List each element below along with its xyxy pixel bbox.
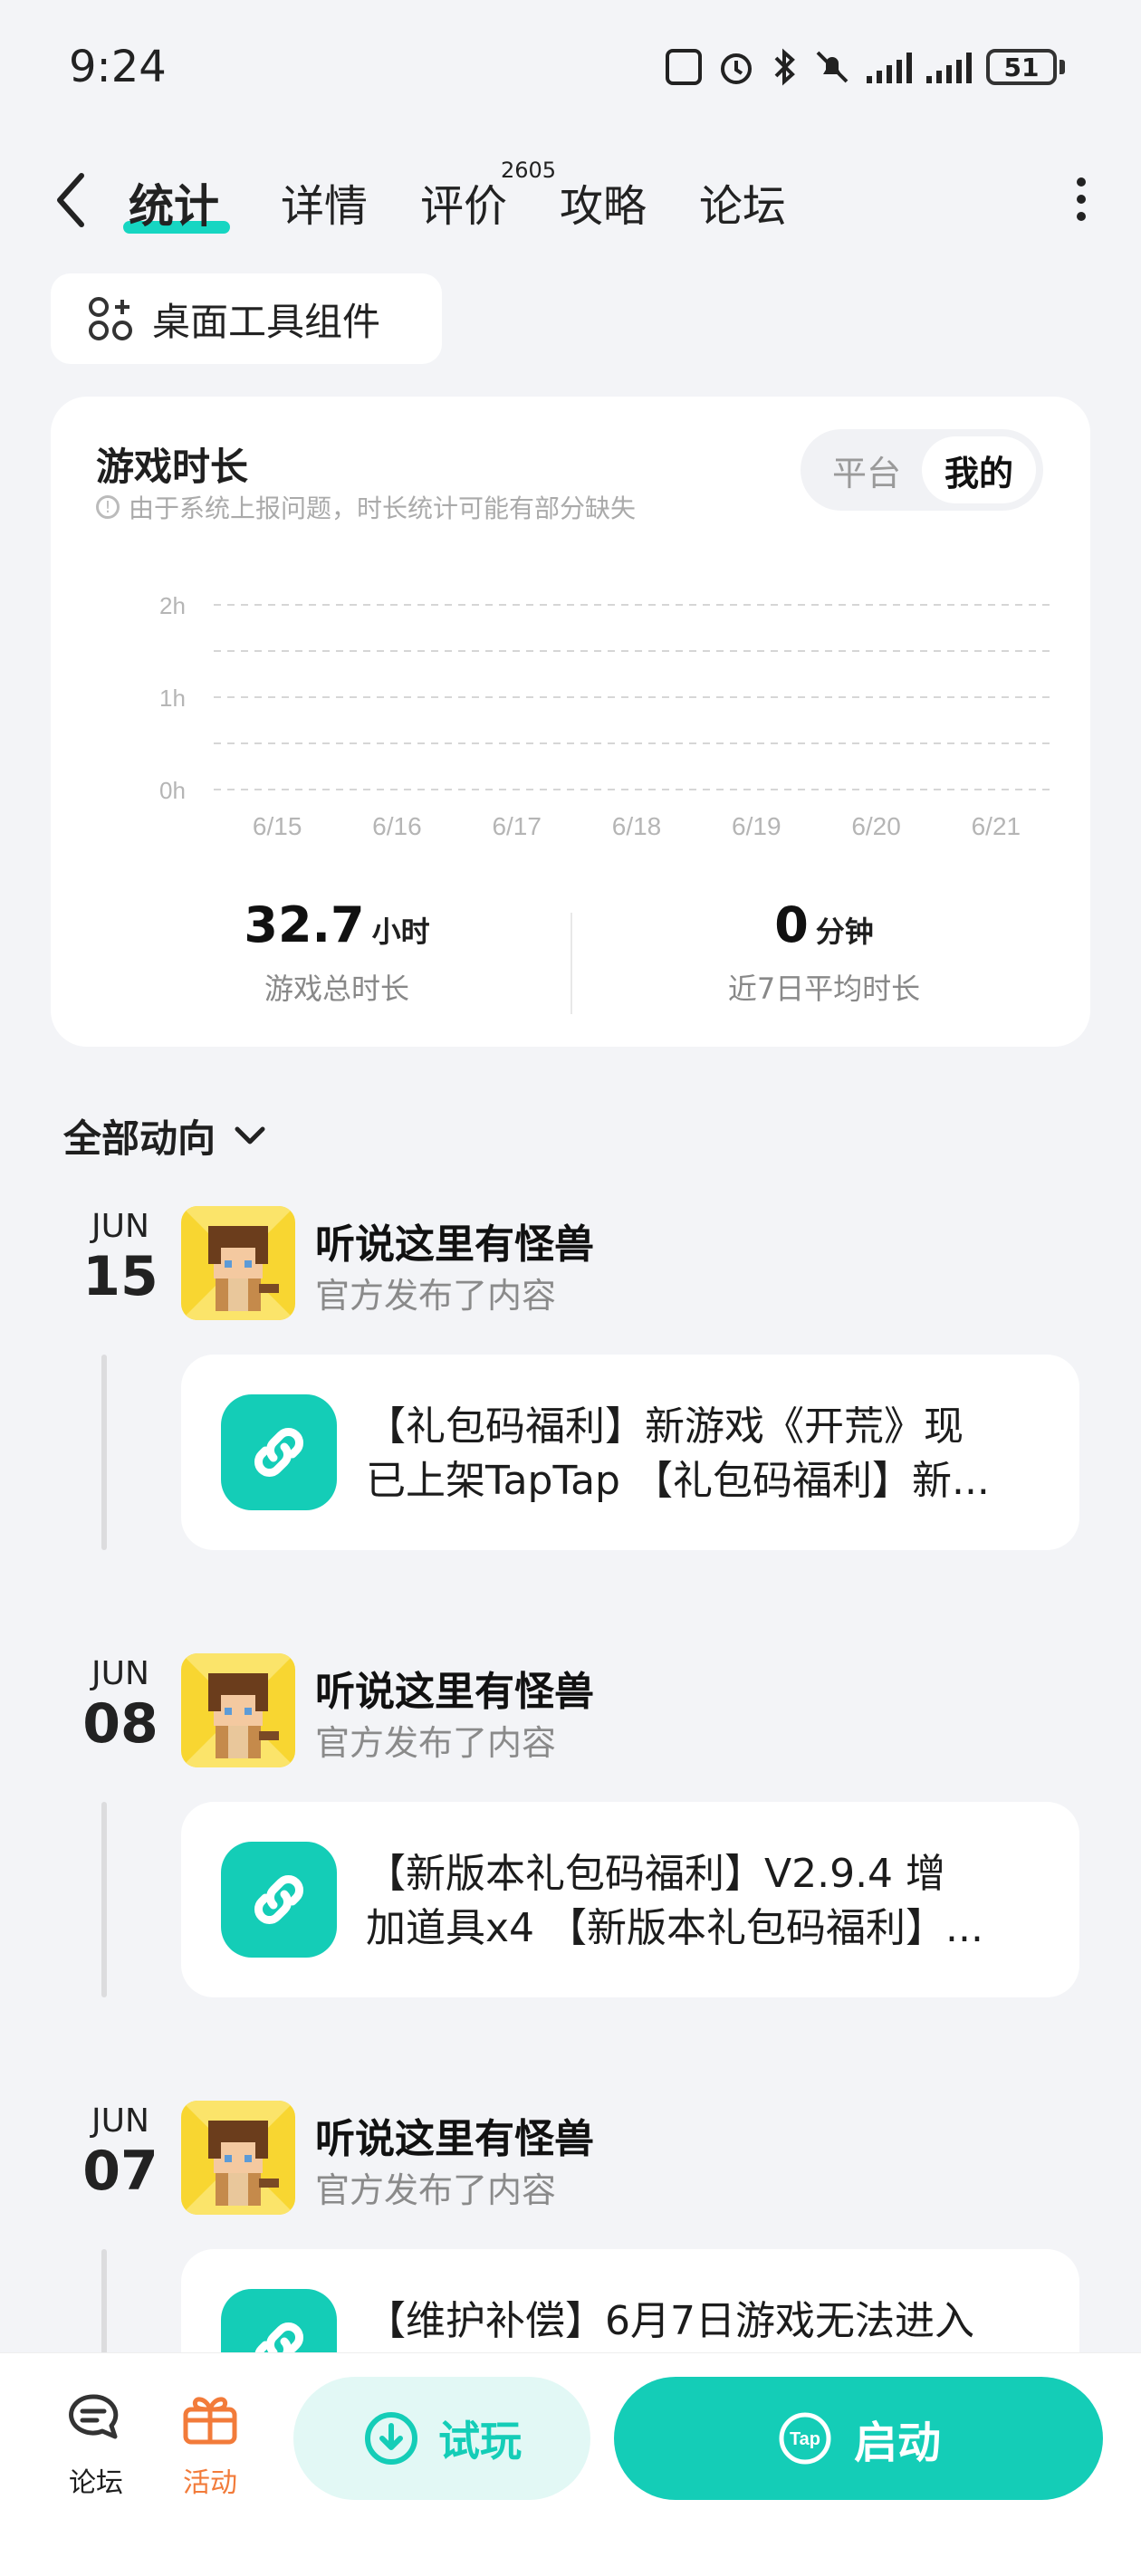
chat-icon	[69, 2394, 119, 2439]
play-time-card: 游戏时长 ! 由于系统上报问题，时长统计可能有部分缺失 平台 我的 0h 1h 2h…	[51, 397, 1090, 1047]
game-avatar[interactable]	[181, 1206, 295, 1320]
post-subtitle: 官方发布了内容	[315, 1723, 557, 1763]
battery-level: 51	[986, 49, 1057, 85]
feed-filter-label: 全部动向	[63, 1116, 216, 1161]
tab-details[interactable]: 详情	[281, 170, 368, 234]
back-button[interactable]	[51, 168, 91, 232]
avg-play-time-unit: 分钟	[815, 915, 874, 949]
post-author[interactable]: 听说这里有怪兽	[315, 2106, 594, 2164]
status-time: 9:24	[69, 42, 167, 92]
bottom-action-bar: 论坛 活动 试玩 Tap 启动	[0, 2352, 1141, 2576]
post-text-line1: 【礼包码福利】新游戏《开荒》现	[366, 1403, 964, 1450]
tab-forum[interactable]: 论坛	[699, 170, 786, 234]
post-text-line2: 加道具x4 【新版本礼包码福利】...	[366, 1905, 983, 1951]
avg-play-time: 0 分钟 近7日平均时长	[589, 896, 1060, 1008]
post-date: JUN 07	[62, 2102, 179, 2203]
post-text-line1: 【新版本礼包码福利】V2.9.4 增	[366, 1851, 946, 1897]
widgets-icon	[89, 297, 132, 340]
post-subtitle: 官方发布了内容	[315, 2170, 557, 2210]
post-text: 【维护补偿】6月7日游戏无法进入	[366, 2294, 1036, 2349]
chart-x-tick: 6/19	[732, 812, 781, 840]
toggle-mine[interactable]: 我的	[922, 436, 1036, 503]
reviews-count-badge: 2605	[501, 158, 557, 183]
tab-guides[interactable]: 攻略	[560, 170, 647, 234]
info-icon: !	[96, 495, 120, 519]
post-card[interactable]: 【礼包码福利】新游戏《开荒》现 已上架TapTap 【礼包码福利】新...	[181, 1355, 1079, 1550]
post-text-line2: 已上架TapTap 【礼包码福利】新...	[366, 1458, 990, 1504]
post-date-month: JUN	[91, 1655, 149, 1692]
post-date: JUN 08	[62, 1655, 179, 1756]
play-time-note: ! 由于系统上报问题，时长统计可能有部分缺失	[96, 489, 636, 525]
taptap-icon-text: Tap	[790, 2429, 820, 2449]
chevron-down-icon	[235, 1126, 265, 1144]
battery-icon: 51	[986, 49, 1065, 85]
post-date-month: JUN	[91, 1208, 149, 1245]
timeline-line	[101, 1355, 107, 1550]
post-subtitle: 官方发布了内容	[315, 1276, 557, 1316]
timeline-line	[101, 2249, 107, 2358]
download-icon	[365, 2412, 417, 2465]
status-icons: 51	[666, 47, 1065, 87]
total-play-time-label: 游戏总时长	[264, 972, 409, 1006]
link-icon	[221, 1842, 337, 1958]
try-play-label: 试玩	[438, 2417, 522, 2466]
timeline-line	[101, 1802, 107, 1997]
signal-icon-2	[926, 51, 972, 83]
activity-button[interactable]: 活动	[165, 2391, 255, 2500]
feed-filter-dropdown[interactable]: 全部动向	[63, 1108, 268, 1164]
post-author[interactable]: 听说这里有怪兽	[315, 1659, 594, 1717]
desktop-widget-label: 桌面工具组件	[152, 299, 381, 344]
avg-play-time-label: 近7日平均时长	[727, 972, 921, 1006]
play-time-chart: 0h 1h 2h 6/15 6/16 6/17 6/18 6/19 6/20 6/21	[159, 592, 1056, 840]
more-options-button[interactable]	[1072, 177, 1090, 221]
chart-x-tick: 6/16	[372, 812, 422, 840]
tab-stats[interactable]: 统计	[129, 170, 219, 235]
post-date-month: JUN	[91, 2102, 149, 2140]
game-avatar[interactable]	[181, 2101, 295, 2215]
toggle-platform[interactable]: 平台	[810, 436, 924, 503]
stats-divider	[570, 913, 572, 1014]
mute-icon	[816, 51, 849, 83]
chart-y-tick: 0h	[159, 777, 186, 804]
post-text: 【新版本礼包码福利】V2.9.4 增 加道具x4 【新版本礼包码福利】...	[366, 1847, 1036, 1956]
chart-x-tick: 6/21	[972, 812, 1021, 840]
post-date: JUN 15	[62, 1208, 179, 1308]
desktop-widget-button[interactable]: 桌面工具组件	[51, 273, 442, 364]
play-time-note-text: 由于系统上报问题，时长统计可能有部分缺失	[129, 493, 637, 523]
chart-x-tick: 6/18	[612, 812, 662, 840]
scope-toggle: 平台 我的	[801, 429, 1043, 511]
post-card[interactable]: 【新版本礼包码福利】V2.9.4 增 加道具x4 【新版本礼包码福利】...	[181, 1802, 1079, 1997]
alarm-icon	[721, 53, 752, 84]
post-date-day: 07	[82, 2140, 158, 2203]
tab-reviews[interactable]: 评价	[420, 170, 507, 234]
taptap-icon: Tap	[779, 2412, 831, 2465]
gift-icon	[183, 2397, 237, 2445]
post-text: 【礼包码福利】新游戏《开荒》现 已上架TapTap 【礼包码福利】新...	[366, 1400, 1036, 1508]
avg-play-time-value: 0	[774, 896, 809, 953]
chart-y-tick: 2h	[159, 592, 186, 619]
chart-x-tick: 6/17	[492, 812, 542, 840]
total-play-time: 32.7 小时 游戏总时长	[101, 896, 572, 1008]
post-date-day: 15	[82, 1245, 158, 1308]
post-text-line1: 【维护补偿】6月7日游戏无法进入	[366, 2298, 974, 2344]
forum-label: 论坛	[69, 2467, 123, 2499]
launch-label: 启动	[853, 2418, 941, 2468]
nfc-icon	[666, 49, 702, 85]
launch-button[interactable]: Tap 启动	[614, 2377, 1103, 2500]
activity-label: 活动	[183, 2467, 237, 2499]
play-time-title: 游戏时长	[96, 445, 249, 489]
post-author[interactable]: 听说这里有怪兽	[315, 1211, 594, 1269]
bluetooth-icon	[774, 48, 795, 86]
try-play-button[interactable]: 试玩	[293, 2377, 590, 2500]
total-play-time-value: 32.7	[244, 896, 365, 953]
chart-x-tick: 6/15	[253, 812, 302, 840]
total-play-time-unit: 小时	[371, 915, 430, 949]
signal-icon	[867, 51, 912, 83]
post-date-day: 08	[82, 1692, 158, 1756]
game-avatar[interactable]	[181, 1653, 295, 1767]
link-icon	[221, 1394, 337, 1510]
chart-x-tick: 6/20	[851, 812, 901, 840]
chart-y-tick: 1h	[159, 685, 186, 712]
forum-button[interactable]: 论坛	[51, 2391, 141, 2500]
